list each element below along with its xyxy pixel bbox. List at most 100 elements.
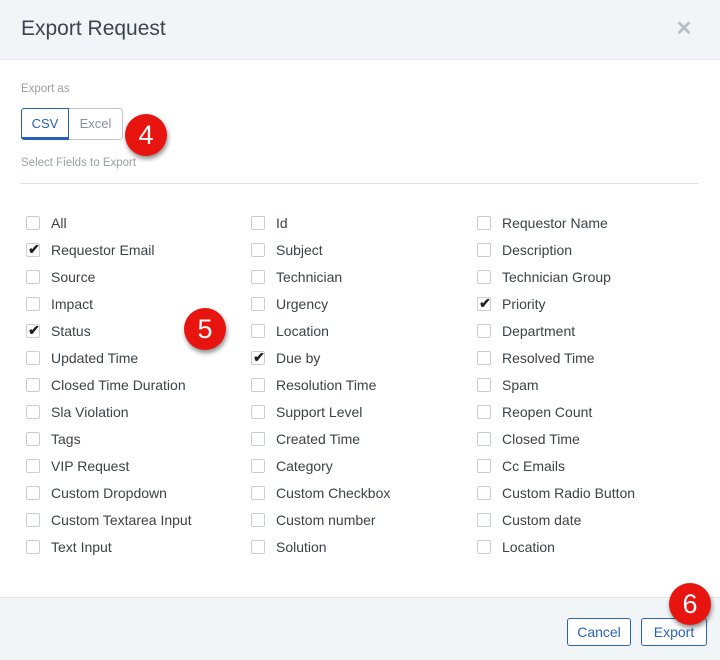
checkbox[interactable] — [26, 432, 40, 446]
field-option-label: Resolution Time — [276, 377, 377, 393]
checkbox[interactable] — [477, 351, 491, 365]
field-option-label: All — [51, 215, 67, 231]
field-option-label: Due by — [276, 350, 321, 366]
checkbox[interactable] — [26, 486, 40, 500]
checkbox[interactable] — [26, 540, 40, 554]
field-option-label: Custom Radio Button — [502, 485, 636, 501]
field-option[interactable]: Id — [251, 213, 288, 233]
checkbox[interactable] — [477, 216, 491, 230]
field-option[interactable]: Requestor Name — [477, 213, 608, 233]
checkbox[interactable] — [251, 297, 265, 311]
checkbox[interactable] — [251, 486, 265, 500]
checkbox[interactable] — [26, 351, 40, 365]
checkbox-checked[interactable]: ✔ — [251, 349, 265, 365]
field-option[interactable]: Technician Group — [477, 267, 611, 287]
checkbox[interactable] — [477, 243, 491, 257]
field-option-label: Urgency — [276, 296, 329, 312]
checkbox[interactable] — [26, 378, 40, 392]
field-option[interactable]: Spam — [477, 375, 539, 395]
field-option[interactable]: Closed Time — [477, 429, 580, 449]
checkbox[interactable] — [251, 243, 265, 257]
field-option[interactable]: Technician — [251, 267, 342, 287]
field-option[interactable]: Closed Time Duration — [26, 375, 186, 395]
field-option-label: Tags — [51, 431, 81, 447]
field-option[interactable]: ✔ Priority — [477, 294, 546, 314]
field-option[interactable]: Location — [251, 321, 329, 341]
checkbox[interactable] — [251, 216, 265, 230]
field-option[interactable]: ✔ Status — [26, 321, 91, 341]
field-option[interactable]: Location — [477, 537, 555, 557]
checkmark-icon: ✔ — [479, 295, 491, 311]
field-option[interactable]: Department — [477, 321, 575, 341]
field-option[interactable]: Custom Radio Button — [477, 483, 635, 503]
checkbox[interactable] — [26, 459, 40, 473]
divider — [20, 183, 699, 184]
field-option[interactable]: Sla Violation — [26, 402, 129, 422]
field-option[interactable]: Category — [251, 456, 333, 476]
field-option-label: Impact — [51, 296, 94, 312]
checkbox[interactable] — [251, 405, 265, 419]
checkbox[interactable] — [251, 324, 265, 338]
checkbox[interactable] — [26, 216, 40, 230]
close-icon[interactable]: ✕ — [674, 18, 694, 40]
field-option[interactable]: Custom number — [251, 510, 376, 530]
checkbox[interactable] — [251, 540, 265, 554]
checkbox[interactable] — [477, 270, 491, 284]
checkbox[interactable] — [477, 513, 491, 527]
checkbox[interactable] — [26, 270, 40, 284]
field-option[interactable]: Custom Checkbox — [251, 483, 390, 503]
field-option-label: Location — [276, 323, 329, 339]
field-option[interactable]: Source — [26, 267, 95, 287]
field-option-label: Spam — [502, 377, 539, 393]
field-option[interactable]: Support Level — [251, 402, 362, 422]
field-option-label: Subject — [276, 242, 323, 258]
field-option[interactable]: Text Input — [26, 537, 112, 557]
checkbox-checked[interactable]: ✔ — [26, 241, 40, 257]
field-option[interactable]: Impact — [26, 294, 93, 314]
field-option[interactable]: All — [26, 213, 67, 233]
field-option[interactable]: Cc Emails — [477, 456, 565, 476]
checkbox[interactable] — [477, 405, 491, 419]
field-option[interactable]: Updated Time — [26, 348, 138, 368]
checkbox-checked[interactable]: ✔ — [26, 322, 40, 338]
field-option[interactable]: Reopen Count — [477, 402, 592, 422]
field-option[interactable]: Custom Textarea Input — [26, 510, 192, 530]
checkbox[interactable] — [26, 297, 40, 311]
field-option-label: Support Level — [276, 404, 363, 420]
export-as-label: Export as — [21, 83, 70, 95]
field-option[interactable]: Resolved Time — [477, 348, 595, 368]
checkbox[interactable] — [251, 270, 265, 284]
cancel-button[interactable]: Cancel — [567, 618, 631, 646]
checkbox[interactable] — [477, 324, 491, 338]
checkbox[interactable] — [251, 432, 265, 446]
field-option[interactable]: VIP Request — [26, 456, 129, 476]
checkbox[interactable] — [26, 405, 40, 419]
checkbox[interactable] — [477, 432, 491, 446]
field-option[interactable]: ✔ Requestor Email — [26, 240, 155, 260]
field-option[interactable]: Custom date — [477, 510, 581, 530]
checkbox[interactable] — [251, 459, 265, 473]
field-option[interactable]: Subject — [251, 240, 323, 260]
checkbox[interactable] — [477, 459, 491, 473]
field-option[interactable]: Created Time — [251, 429, 360, 449]
field-option-label: Solution — [276, 539, 327, 555]
field-option-label: Description — [502, 242, 573, 258]
field-option-label: Department — [502, 323, 576, 339]
field-option-label: Requestor Name — [502, 215, 608, 231]
export-format-excel-button[interactable]: Excel — [69, 108, 123, 140]
checkbox[interactable] — [26, 513, 40, 527]
checkbox-checked[interactable]: ✔ — [477, 295, 491, 311]
checkbox[interactable] — [251, 513, 265, 527]
field-option[interactable]: ✔ Due by — [251, 348, 320, 368]
checkbox[interactable] — [477, 540, 491, 554]
checkbox[interactable] — [477, 378, 491, 392]
field-option[interactable]: Custom Dropdown — [26, 483, 167, 503]
field-option[interactable]: Solution — [251, 537, 327, 557]
field-option[interactable]: Urgency — [251, 294, 328, 314]
export-format-csv-button[interactable]: CSV — [21, 108, 69, 140]
field-option[interactable]: Description — [477, 240, 572, 260]
checkbox[interactable] — [477, 486, 491, 500]
field-option[interactable]: Resolution Time — [251, 375, 376, 395]
field-option[interactable]: Tags — [26, 429, 81, 449]
checkbox[interactable] — [251, 378, 265, 392]
